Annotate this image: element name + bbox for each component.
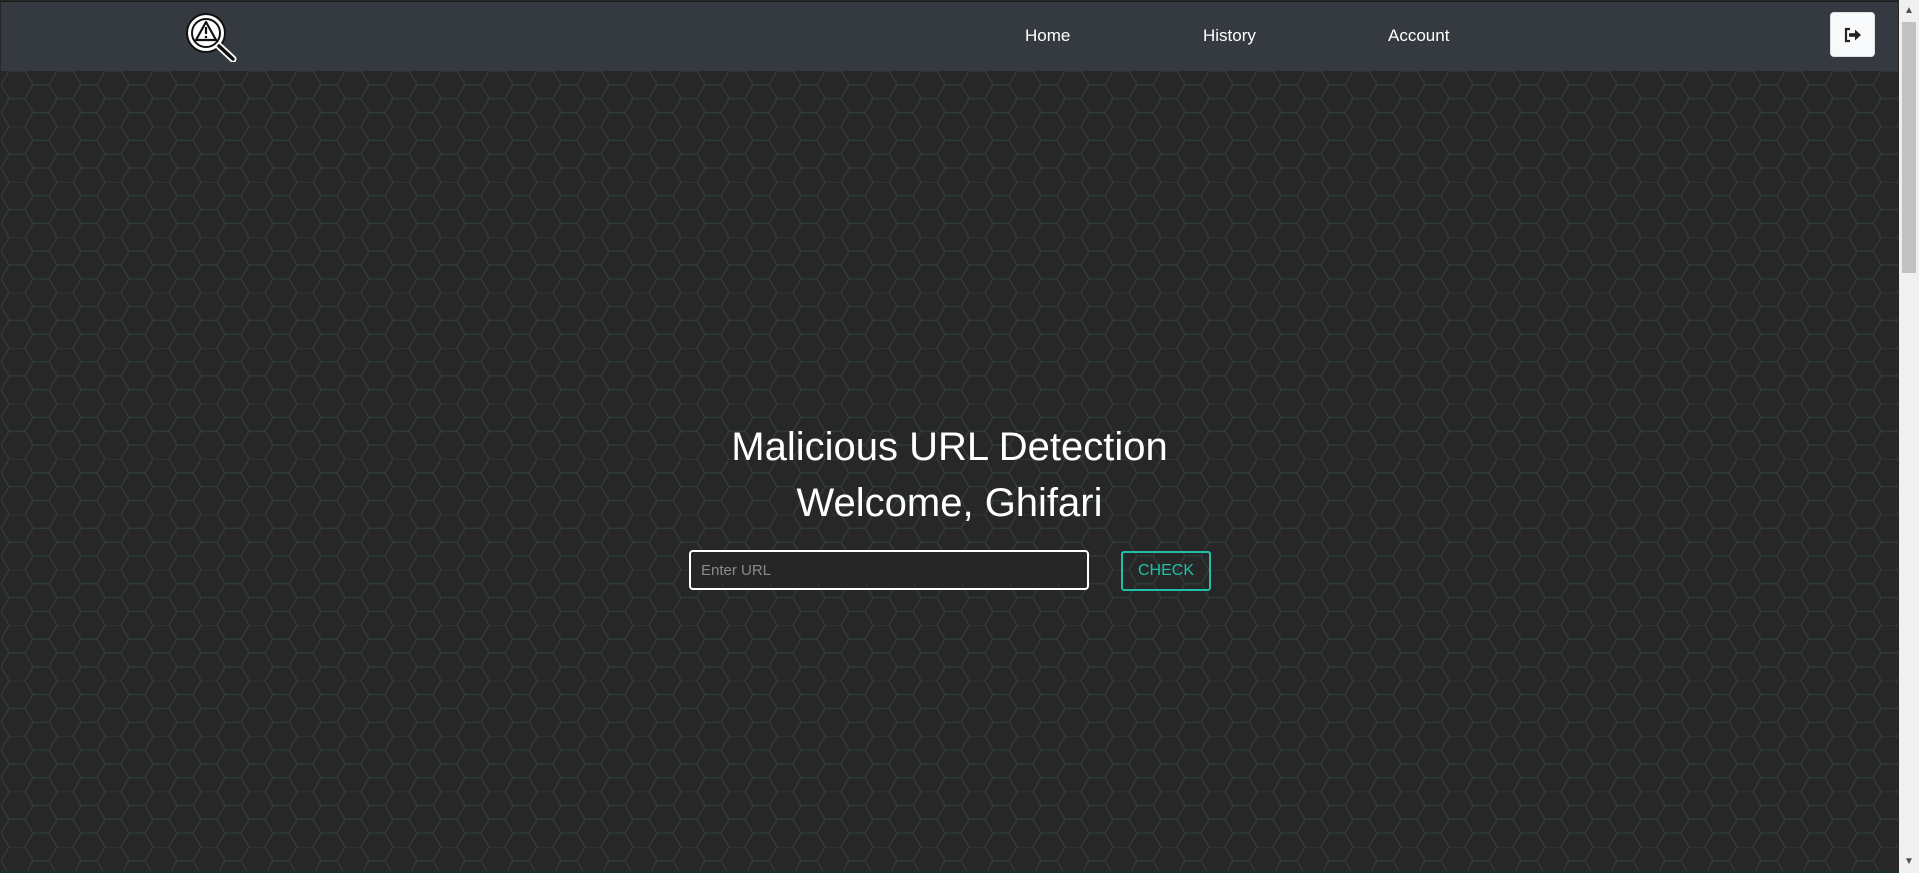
sign-out-icon [1844, 27, 1861, 42]
page-title: Malicious URL Detection [731, 425, 1168, 469]
hexagon-pattern-background [1, 71, 1898, 871]
page: Home History Account Malicious URL Detec… [0, 0, 1919, 873]
scroll-up-arrow-icon[interactable]: ▲ [1899, 2, 1919, 20]
scroll-down-arrow-icon[interactable]: ▼ [1899, 853, 1919, 871]
logout-button[interactable] [1830, 12, 1875, 57]
url-input[interactable] [689, 550, 1089, 590]
check-button[interactable]: CHECK [1121, 551, 1211, 591]
welcome-message: Welcome, Ghifari [796, 481, 1103, 525]
logo-warning-magnifier-icon[interactable] [184, 12, 238, 63]
navbar: Home History Account [1, 1, 1898, 71]
hero-section: Malicious URL Detection Welcome, Ghifari [1, 71, 1898, 871]
nav-account-link[interactable]: Account [1388, 26, 1449, 46]
scrollbar-thumb[interactable] [1902, 22, 1916, 273]
nav-history-link[interactable]: History [1203, 26, 1256, 46]
nav-home-link[interactable]: Home [1025, 26, 1070, 46]
vertical-scrollbar[interactable]: ▲ ▼ [1899, 0, 1919, 873]
